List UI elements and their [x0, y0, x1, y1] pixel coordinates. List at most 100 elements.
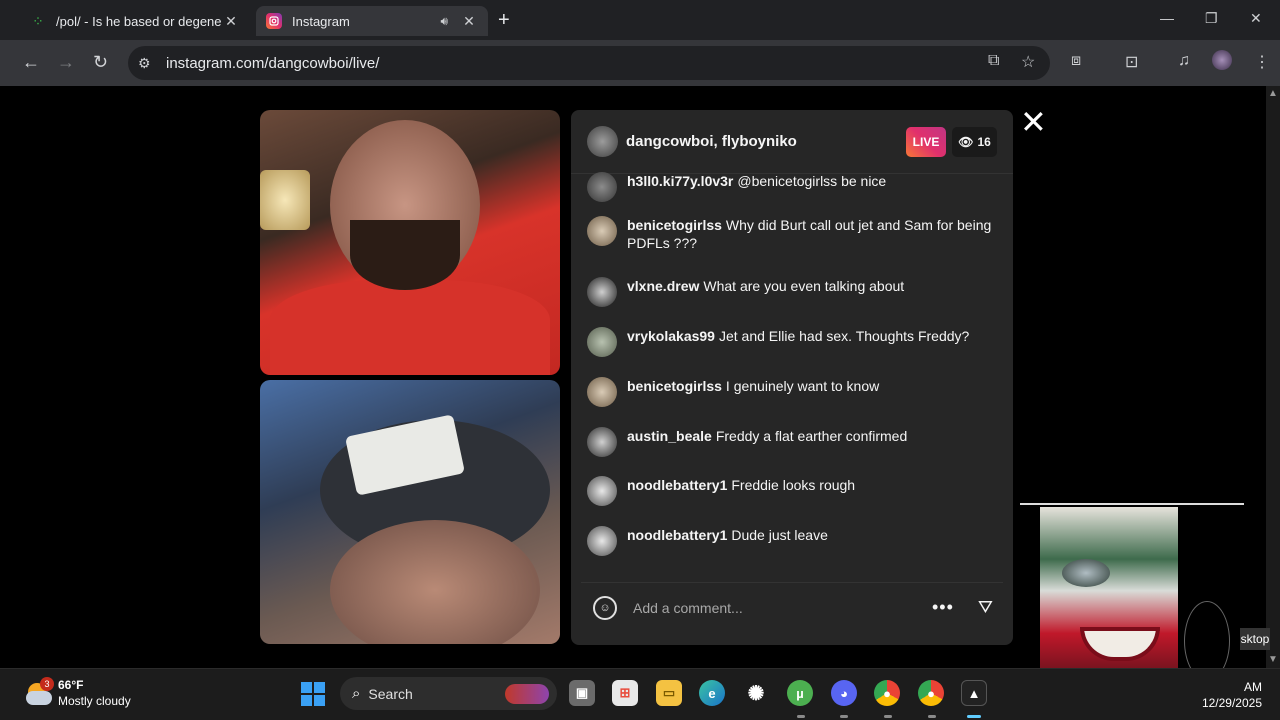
commenter-avatar[interactable]: [587, 476, 617, 506]
comment-username[interactable]: noodlebattery1: [627, 477, 727, 493]
tab-title: Instagram: [292, 13, 350, 29]
active-app-icon[interactable]: ▲: [961, 680, 987, 706]
comment-body: austin_beale Freddy a flat earther confir…: [627, 427, 907, 445]
browser-toolbar: ← → ↻ ⚙ instagram.com/dangcowboi/live/ ⧉…: [0, 40, 1280, 86]
comment-username[interactable]: austin_beale: [627, 428, 712, 444]
commenter-avatar[interactable]: [587, 427, 617, 457]
commenter-avatar[interactable]: [587, 377, 617, 407]
screen-search-icon[interactable]: ⊡: [1125, 52, 1138, 72]
chatgpt-icon[interactable]: ✺: [743, 680, 769, 706]
comment-text: @benicetogirlss be nice: [737, 173, 887, 189]
weather-icon: 3: [24, 677, 54, 707]
address-bar[interactable]: ⚙ instagram.com/dangcowboi/live/: [128, 46, 1050, 80]
send-request-icon[interactable]: ⛛: [978, 597, 993, 618]
scroll-up-icon[interactable]: ▲: [1268, 88, 1278, 99]
system-clock[interactable]: AM 12/29/2025: [1196, 679, 1262, 711]
comment-username[interactable]: benicetogirlss: [627, 378, 722, 394]
restore-button[interactable]: ❐: [1205, 10, 1218, 27]
comment-username[interactable]: noodlebattery1: [627, 527, 727, 543]
media-control-icon[interactable]: ♫: [1178, 52, 1190, 70]
comment-item: austin_beale Freddy a flat earther confir…: [587, 427, 992, 457]
comment-item: vrykolakas99 Jet and Ellie had sex. Thoug…: [587, 327, 992, 357]
back-icon[interactable]: ←: [22, 52, 40, 72]
chrome-icon[interactable]: ●: [874, 680, 900, 706]
app-running-indicator: [797, 715, 805, 718]
menu-kebab-icon[interactable]: ⋮: [1254, 52, 1270, 72]
edge-browser-icon[interactable]: e: [699, 680, 725, 706]
bookmark-star-icon[interactable]: ☆: [1021, 52, 1035, 72]
comment-input[interactable]: Add a comment...: [633, 600, 932, 616]
tab-close-icon[interactable]: ✕: [222, 13, 240, 30]
chevron-down-icon[interactable]: ⌄: [778, 132, 788, 146]
new-tab-button[interactable]: +: [498, 10, 510, 30]
comment-text: Freddie looks rough: [731, 477, 856, 493]
comment-item: benicetogirlss I genuinely want to know: [587, 377, 992, 407]
guest-video-feed[interactable]: [260, 380, 560, 644]
host-avatar[interactable]: [587, 126, 618, 157]
commenter-avatar[interactable]: [587, 216, 617, 246]
reload-icon[interactable]: ↻: [93, 52, 108, 72]
app-running-indicator: [884, 715, 892, 718]
weather-text: 66°F Mostly cloudy: [58, 677, 131, 709]
live-header: dangcowboi, flyboyniko ⌄ LIVE 👁︎ 16: [571, 110, 1013, 174]
taskbar: 3 66°F Mostly cloudy ⌕ Search ▣ ⊞ ▭ e ✺ …: [0, 668, 1280, 720]
comment-item: benicetogirlss Why did Burt call out jet …: [587, 216, 992, 252]
desktop-overlay-image: [1020, 503, 1244, 693]
commenter-avatar[interactable]: [587, 172, 617, 202]
microsoft-store-icon[interactable]: ⊞: [612, 680, 638, 706]
comment-username[interactable]: vrykolakas99: [627, 328, 715, 344]
comment-text: Freddy a flat earther confirmed: [715, 428, 908, 444]
viewer-count-badge[interactable]: 👁︎ 16: [952, 127, 997, 157]
host-video-feed[interactable]: [260, 110, 560, 375]
utorrent-icon[interactable]: µ: [787, 680, 813, 706]
notification-badge: 3: [40, 677, 54, 691]
audio-playing-icon[interactable]: 🔊︎: [440, 14, 448, 29]
extensions-icon[interactable]: ⧈: [1071, 52, 1081, 70]
broadcaster-names[interactable]: dangcowboi, flyboyniko: [626, 133, 797, 150]
more-options-icon[interactable]: •••: [932, 597, 954, 618]
task-view-icon[interactable]: ▣: [569, 680, 595, 706]
comment-item: vlxne.drew What are you even talking abou…: [587, 277, 992, 307]
commenter-avatar[interactable]: [587, 277, 617, 307]
artwork-eye-shape: [1062, 559, 1110, 587]
close-live-icon[interactable]: ✕: [1020, 106, 1047, 138]
app-running-indicator: [928, 715, 936, 718]
emoji-icon[interactable]: ☺: [593, 595, 617, 620]
comment-composer: ☺ Add a comment... ••• ⛛: [581, 582, 1003, 632]
window-close-button[interactable]: ✕: [1250, 10, 1262, 27]
site-info-icon[interactable]: ⚙: [138, 55, 154, 72]
page-scrollbar[interactable]: ▲ ▼: [1266, 86, 1280, 668]
minimize-button[interactable]: —: [1160, 10, 1174, 26]
comment-username[interactable]: h3ll0.ki77y.l0v3r: [627, 173, 733, 189]
artwork-image: [1040, 507, 1178, 693]
file-explorer-icon[interactable]: ▭: [656, 680, 682, 706]
tab-close-icon[interactable]: ✕: [460, 13, 478, 30]
tab-strip: ⁘ /pol/ - Is he based or degenera ✕ Inst…: [0, 0, 1280, 40]
weather-temp: 66°F: [58, 678, 84, 692]
comment-text: Jet and Ellie had sex. Thoughts Freddy?: [718, 328, 970, 344]
discord-icon[interactable]: ◕: [831, 680, 857, 706]
comment-body: benicetogirlss Why did Burt call out jet …: [627, 216, 992, 252]
forward-icon[interactable]: →: [57, 52, 75, 72]
comment-username[interactable]: benicetogirlss: [627, 217, 722, 233]
scroll-down-icon[interactable]: ▼: [1268, 654, 1278, 665]
comment-item: h3ll0.ki77y.l0v3r @benicetogirlss be nice: [587, 172, 992, 202]
comment-body: noodlebattery1 Dude just leave: [627, 526, 828, 544]
search-highlight-icon: [505, 683, 549, 704]
chrome-profile-icon[interactable]: ●: [918, 680, 944, 706]
tab-instagram[interactable]: Instagram 🔊︎ ✕: [256, 6, 488, 36]
clock-time: AM: [1244, 680, 1262, 694]
comment-username[interactable]: vlxne.drew: [627, 278, 699, 294]
commenter-avatar[interactable]: [587, 526, 617, 556]
comment-body: noodlebattery1 Freddie looks rough: [627, 476, 855, 494]
four-chan-icon: ⁘: [32, 12, 44, 29]
taskbar-search[interactable]: ⌕ Search: [340, 677, 557, 710]
install-app-icon[interactable]: ⧉: [988, 52, 999, 70]
comment-item: noodlebattery1 Dude just leave: [587, 526, 992, 556]
show-desktop-tooltip: sktop: [1240, 628, 1270, 650]
tab-pol[interactable]: ⁘ /pol/ - Is he based or degenera ✕: [20, 6, 250, 36]
weather-widget[interactable]: 3 66°F Mostly cloudy: [24, 677, 131, 709]
commenter-avatar[interactable]: [587, 327, 617, 357]
profile-avatar[interactable]: [1212, 50, 1232, 70]
windows-start-icon[interactable]: [301, 682, 325, 706]
